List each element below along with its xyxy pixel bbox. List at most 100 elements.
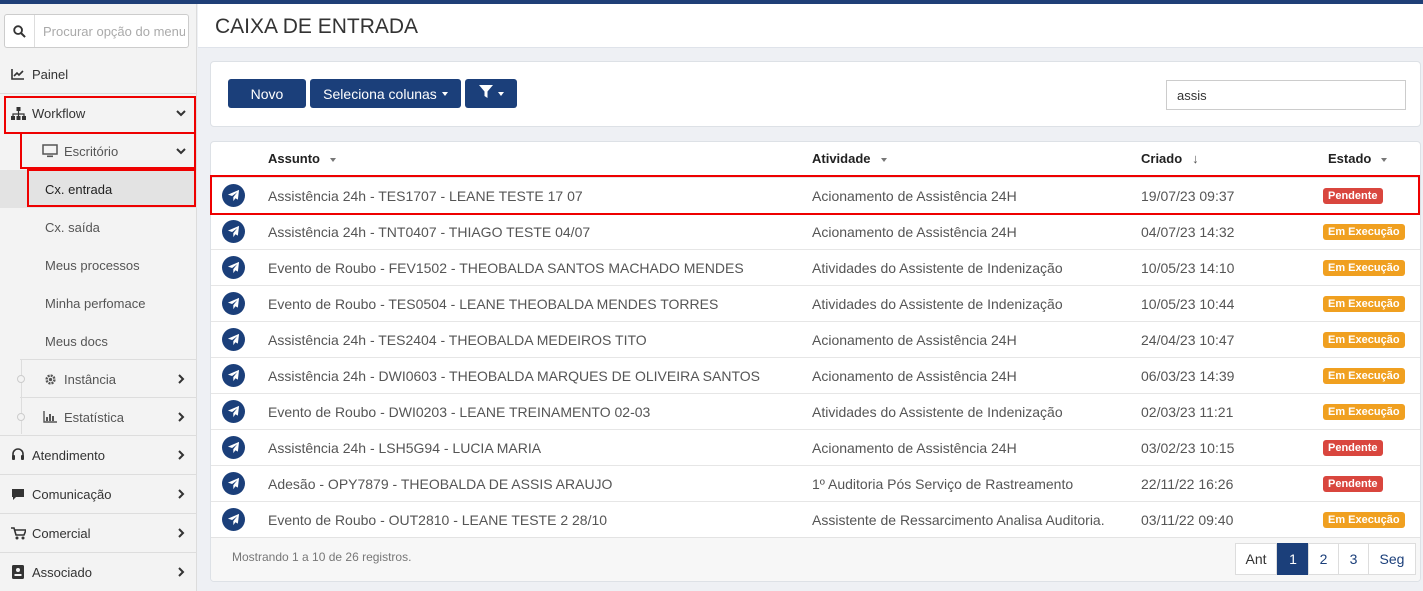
menu-search-input[interactable] (35, 15, 185, 47)
send-icon[interactable] (222, 328, 245, 351)
cell-subject: Assistência 24h - LSH5G94 - LUCIA MARIA (268, 440, 542, 456)
cart-icon (10, 525, 26, 541)
bar-chart-icon (42, 409, 58, 425)
sidebar-item-atendimento[interactable]: Atendimento (0, 436, 197, 474)
cell-activity: Atividades do Assistente de Indenização (812, 296, 1063, 312)
sidebar-item-escritorio[interactable]: Escritório (0, 132, 197, 170)
send-icon[interactable] (222, 220, 245, 243)
comment-icon (10, 486, 26, 502)
sidebar-item-cx-saida[interactable]: Cx. saída (0, 208, 197, 246)
sidebar-item-label: Comunicação (32, 486, 112, 502)
sidebar-item-label: Comercial (32, 525, 91, 541)
chevron-right-icon (175, 410, 187, 424)
table-row[interactable]: Adesão - OPY7879 - THEOBALDA DE ASSIS AR… (211, 465, 1420, 501)
cell-activity: Acionamento de Assistência 24H (812, 440, 1017, 456)
chevron-right-icon (175, 448, 187, 462)
table-row[interactable]: Assistência 24h - TES1707 - LEANE TESTE … (211, 177, 1420, 213)
table-row[interactable]: Assistência 24h - TES2404 - THEOBALDA ME… (211, 321, 1420, 357)
gear-icon (42, 371, 58, 387)
sidebar-item-painel[interactable]: Painel (0, 55, 197, 93)
sidebar-item-label: Instância (64, 371, 117, 387)
status-badge: Em Execução (1323, 260, 1405, 276)
sidebar-item-label: Painel (32, 66, 69, 82)
column-header-created[interactable]: Criado ↓ (1141, 151, 1199, 166)
cell-created: 24/04/23 10:47 (1141, 332, 1235, 348)
cell-activity: Acionamento de Assistência 24H (812, 224, 1017, 240)
sort-caret-icon (330, 157, 336, 162)
new-button[interactable]: Novo (228, 79, 306, 108)
chevron-down-icon (175, 144, 187, 158)
sidebar-item-label: Associado (32, 564, 92, 580)
status-badge: Em Execução (1323, 512, 1405, 528)
id-card-icon (10, 564, 26, 580)
filter-button[interactable] (465, 79, 517, 108)
column-header-activity[interactable]: Atividade (812, 151, 887, 166)
sort-caret-icon (880, 157, 887, 162)
pagination-page-3[interactable]: 3 (1338, 543, 1369, 575)
sidebar-item-estatistica[interactable]: Estatística (0, 398, 197, 436)
cell-activity: 1º Auditoria Pós Serviço de Rastreamento (812, 476, 1074, 492)
sidebar-item-comunicacao[interactable]: Comunicação (0, 475, 197, 513)
pagination-next[interactable]: Seg (1368, 543, 1416, 575)
sitemap-icon (10, 105, 26, 121)
status-badge: Em Execução (1323, 332, 1405, 348)
cell-created: 06/03/23 14:39 (1141, 368, 1235, 384)
pagination-page-2[interactable]: 2 (1308, 543, 1339, 575)
records-info: Mostrando 1 a 10 de 26 registros. (232, 550, 412, 564)
page-header: CAIXA DE ENTRADA (198, 4, 1423, 48)
table-row[interactable]: Evento de Roubo - OUT2810 - LEANE TESTE … (211, 501, 1420, 537)
cell-subject: Evento de Roubo - DWI0203 - LEANE TREINA… (268, 404, 651, 420)
column-header-label: Criado (1141, 151, 1183, 166)
table-row[interactable]: Evento de Roubo - FEV1502 - THEOBALDA SA… (211, 249, 1420, 285)
column-header-state[interactable]: Estado (1328, 151, 1388, 166)
send-icon[interactable] (222, 400, 245, 423)
send-icon[interactable] (222, 184, 245, 207)
select-columns-button[interactable]: Seleciona colunas (310, 79, 461, 108)
status-badge: Pendente (1323, 476, 1383, 492)
cell-created: 03/02/23 10:15 (1141, 440, 1235, 456)
table-row[interactable]: Assistência 24h - DWI0603 - THEOBALDA MA… (211, 357, 1420, 393)
cell-created: 19/07/23 09:37 (1141, 188, 1235, 204)
pagination-prev[interactable]: Ant (1235, 543, 1277, 575)
table-row[interactable]: Evento de Roubo - TES0504 - LEANE THEOBA… (211, 285, 1420, 321)
cell-activity: Acionamento de Assistência 24H (812, 368, 1017, 384)
sidebar-item-meus-docs[interactable]: Meus docs (0, 322, 197, 360)
send-icon[interactable] (222, 292, 245, 315)
select-columns-label: Seleciona colunas (323, 85, 437, 102)
sidebar-item-cx-entrada[interactable]: Cx. entrada (0, 170, 197, 208)
table-footer: Mostrando 1 a 10 de 26 registros. Ant 1 … (211, 537, 1420, 581)
sidebar-item-label: Minha perfomace (45, 295, 146, 311)
inbox-table: Assunto Atividade Criado ↓ Estado Assistê… (210, 141, 1421, 582)
send-icon[interactable] (222, 436, 245, 459)
sidebar-item-instancia[interactable]: Instância (0, 360, 197, 398)
sidebar-item-meus-processos[interactable]: Meus processos (0, 246, 197, 284)
sidebar-item-label: Cx. entrada (45, 181, 113, 197)
cell-subject: Evento de Roubo - FEV1502 - THEOBALDA SA… (268, 260, 744, 276)
sidebar-item-minha-perfomace[interactable]: Minha perfomace (0, 284, 197, 322)
sidebar-item-associado[interactable]: Associado (0, 553, 197, 591)
table-search-input[interactable] (1166, 80, 1406, 110)
cell-created: 04/07/23 14:32 (1141, 224, 1235, 240)
sidebar-item-label: Workflow (32, 105, 86, 121)
table-row[interactable]: Evento de Roubo - DWI0203 - LEANE TREINA… (211, 393, 1420, 429)
table-row[interactable]: Assistência 24h - TNT0407 - THIAGO TESTE… (211, 213, 1420, 249)
sidebar-item-workflow[interactable]: Workflow (0, 94, 197, 132)
table-row[interactable]: Assistência 24h - LSH5G94 - LUCIA MARIA A… (211, 429, 1420, 465)
line-chart-icon (10, 66, 26, 82)
chevron-right-icon (175, 526, 187, 540)
sort-desc-arrow-icon: ↓ (1192, 151, 1199, 166)
menu-search (4, 14, 189, 48)
sidebar-item-comercial[interactable]: Comercial (0, 514, 197, 552)
send-icon[interactable] (222, 364, 245, 387)
column-header-subject[interactable]: Assunto (268, 151, 336, 166)
cell-created: 10/05/23 10:44 (1141, 296, 1235, 312)
status-badge: Em Execução (1323, 404, 1405, 420)
filter-icon (478, 85, 493, 102)
sidebar-item-label: Estatística (64, 409, 124, 425)
send-icon[interactable] (222, 472, 245, 495)
cell-activity: Acionamento de Assistência 24H (812, 188, 1017, 204)
send-icon[interactable] (222, 508, 245, 531)
pagination-page-1[interactable]: 1 (1277, 543, 1309, 575)
cell-subject: Evento de Roubo - OUT2810 - LEANE TESTE … (268, 512, 608, 528)
send-icon[interactable] (222, 256, 245, 279)
